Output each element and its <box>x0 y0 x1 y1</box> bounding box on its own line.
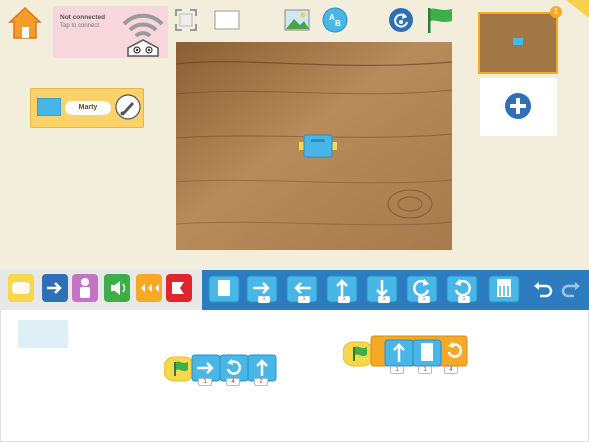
script-2-param[interactable]: 1 <box>418 366 432 374</box>
green-flag-icon[interactable] <box>424 6 454 34</box>
category-end-icon[interactable] <box>166 274 192 302</box>
category-motion-icon[interactable] <box>42 274 68 302</box>
palette-block-param: 1 <box>258 296 270 303</box>
sprite-thumbnail <box>37 98 61 116</box>
script-1-param[interactable]: 2 <box>254 378 268 386</box>
text-tool-icon[interactable]: A B <box>322 7 348 33</box>
reset-icon[interactable] <box>388 7 414 33</box>
category-control-icon[interactable] <box>136 274 162 302</box>
connection-status: Not connected <box>60 14 106 21</box>
script-ghost-block <box>18 320 68 348</box>
home-icon[interactable] <box>8 6 42 40</box>
stage-sprite-marty[interactable] <box>299 133 337 159</box>
fullscreen-icon[interactable] <box>174 8 198 32</box>
sprite-name: Marty <box>65 101 111 115</box>
palette-block-param: 1 <box>378 296 390 303</box>
grid-toggle-icon[interactable] <box>214 10 240 30</box>
undo-icon[interactable] <box>532 280 554 300</box>
paint-brush-icon[interactable] <box>115 94 141 120</box>
scene-thumbnail[interactable] <box>478 12 558 74</box>
palette-block-param: 1 <box>418 296 430 303</box>
page-corner-icon[interactable] <box>566 0 589 18</box>
scene-number-badge: 1 <box>550 6 562 18</box>
wifi-robot-icon[interactable] <box>120 6 166 58</box>
connection-hint: Tap to connect <box>60 23 100 29</box>
script-2-param[interactable]: 4 <box>444 366 458 374</box>
add-scene-icon[interactable] <box>504 92 532 120</box>
palette-block-param: 1 <box>338 296 350 303</box>
palette-block-stand[interactable] <box>208 274 240 304</box>
svg-text:B: B <box>335 19 341 28</box>
category-sound-icon[interactable] <box>104 274 130 302</box>
script-area[interactable] <box>0 310 589 442</box>
palette-block-param: 1 <box>298 296 310 303</box>
redo-icon[interactable] <box>560 280 582 300</box>
script-1-param[interactable]: 1 <box>198 378 212 386</box>
palette-block-walk[interactable] <box>488 274 520 304</box>
sprite-card[interactable]: Marty <box>30 88 144 128</box>
category-looks-icon[interactable] <box>72 274 98 302</box>
script-2-param[interactable]: 1 <box>390 366 404 374</box>
background-picker-icon[interactable] <box>284 9 310 31</box>
palette-block-param: 1 <box>458 296 470 303</box>
category-triggers-icon[interactable] <box>8 274 34 302</box>
script-1-param[interactable]: 4 <box>226 378 240 386</box>
scene-thumbnail-sprite <box>513 38 523 45</box>
